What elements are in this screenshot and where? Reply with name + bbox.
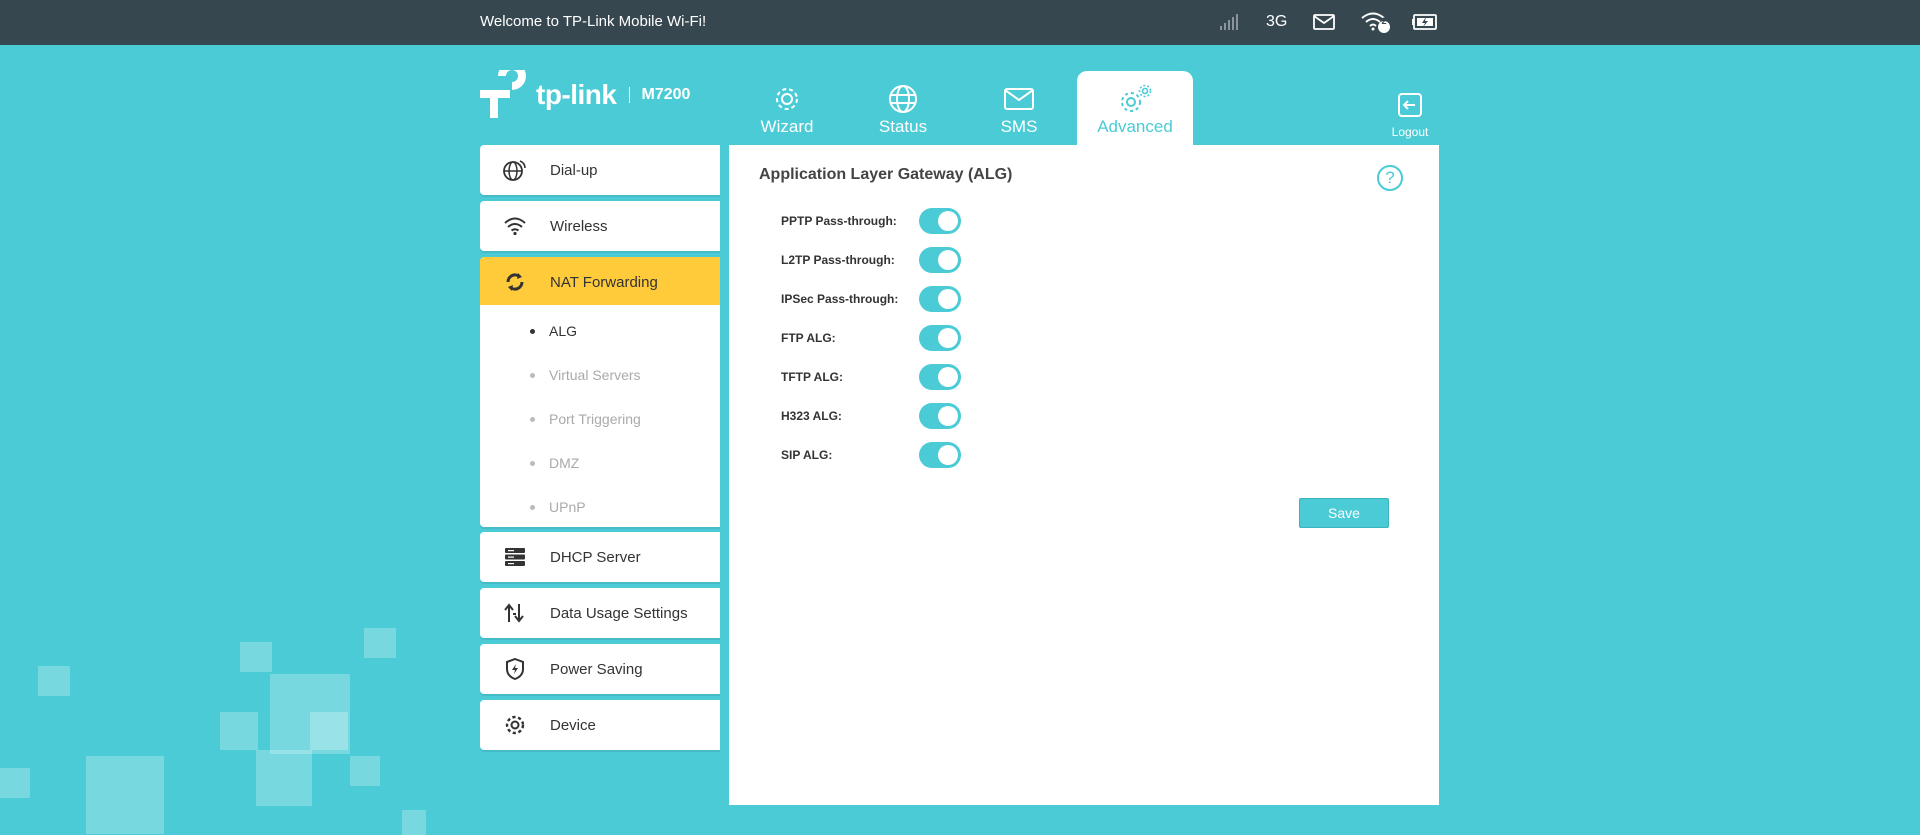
tab-advanced[interactable]: Advanced xyxy=(1077,71,1193,145)
nat-submenu: ALG Virtual Servers Port Triggering DMZ … xyxy=(480,305,720,527)
sidebar-item-nat-forwarding[interactable]: NAT Forwarding xyxy=(480,257,720,307)
tab-label: Status xyxy=(878,117,928,136)
save-button[interactable]: Save xyxy=(1299,498,1389,528)
setting-label: PPTP Pass-through: xyxy=(781,214,897,228)
tab-status[interactable]: Status xyxy=(845,71,961,145)
nat-icon xyxy=(480,271,550,293)
setting-label: TFTP ALG: xyxy=(781,370,843,384)
tab-label: Wizard xyxy=(760,117,814,136)
bullet xyxy=(530,416,535,422)
gears-icon xyxy=(1077,83,1193,115)
gear-icon xyxy=(480,714,550,736)
data-usage-icon xyxy=(480,603,550,623)
sidebar-item-data-usage-settings[interactable]: Data Usage Settings xyxy=(480,588,720,638)
alg-panel: Application Layer Gateway (ALG) ? PPTP P… xyxy=(729,145,1439,805)
logo-divider xyxy=(628,87,630,103)
bullet xyxy=(530,504,535,510)
setting-row-pptp: PPTP Pass-through: xyxy=(781,207,1181,235)
toggle-knob xyxy=(938,445,958,465)
sidebar-item-dhcp-server[interactable]: DHCP Server xyxy=(480,532,720,582)
pptp-toggle[interactable] xyxy=(919,208,961,234)
wifi-icon[interactable]: 2 xyxy=(1360,10,1392,34)
submenu-label: DMZ xyxy=(549,455,580,471)
tab-sms[interactable]: SMS xyxy=(961,71,1077,145)
setting-row-ftp: FTP ALG: xyxy=(781,324,1181,352)
gear-icon xyxy=(729,83,845,115)
setting-row-tftp: TFTP ALG: xyxy=(781,363,1181,391)
welcome-text: Welcome to TP-Link Mobile Wi-Fi! xyxy=(480,13,707,30)
setting-row-h323: H323 ALG: xyxy=(781,402,1181,430)
server-icon xyxy=(480,547,550,567)
submenu-item-virtual-servers[interactable]: Virtual Servers xyxy=(480,365,720,385)
submenu-label: Port Triggering xyxy=(549,411,641,427)
wifi-icon xyxy=(480,216,550,236)
tab-label: SMS xyxy=(1000,117,1038,136)
brand-name: tp-link xyxy=(536,79,617,110)
setting-label: H323 ALG: xyxy=(781,409,842,423)
sidebar-item-label: DHCP Server xyxy=(550,548,641,566)
submenu-label: ALG xyxy=(549,323,578,339)
logout-label: Logout xyxy=(1391,125,1429,139)
setting-label: L2TP Pass-through: xyxy=(781,253,895,267)
shield-power-icon xyxy=(480,658,550,680)
tp-link-logo: tp-link M7200 xyxy=(480,70,690,120)
toggle-knob xyxy=(938,406,958,426)
submenu-label: Virtual Servers xyxy=(549,367,641,383)
tab-label: Advanced xyxy=(1097,117,1173,136)
toggle-knob xyxy=(938,367,958,387)
logout-button[interactable]: Logout xyxy=(1388,92,1432,139)
h323-alg-toggle[interactable] xyxy=(919,403,961,429)
help-icon[interactable]: ? xyxy=(1377,165,1403,191)
toggle-knob xyxy=(938,328,958,348)
logout-icon xyxy=(1398,93,1422,117)
sip-alg-toggle[interactable] xyxy=(919,442,961,468)
sidebar-item-label: Wireless xyxy=(550,217,608,235)
sidebar-item-wireless[interactable]: Wireless xyxy=(480,201,720,251)
ftp-alg-toggle[interactable] xyxy=(919,325,961,351)
bullet xyxy=(530,460,535,466)
tp-link-mark-icon xyxy=(480,70,526,118)
model-name: M7200 xyxy=(641,86,691,103)
tab-wizard[interactable]: Wizard xyxy=(729,71,845,145)
wifi-clients-count: 2 xyxy=(1381,16,1387,26)
submenu-item-dmz[interactable]: DMZ xyxy=(480,453,720,473)
envelope-icon xyxy=(961,83,1077,115)
setting-row-l2tp: L2TP Pass-through: xyxy=(781,246,1181,274)
sidebar-item-label: Power Saving xyxy=(550,660,643,678)
top-bar: Welcome to TP-Link Mobile Wi-Fi! 3G 2 xyxy=(0,0,1920,45)
submenu-label: UPnP xyxy=(549,499,586,515)
network-type: 3G xyxy=(1266,13,1288,30)
submenu-item-alg[interactable]: ALG xyxy=(480,321,720,341)
tftp-alg-toggle[interactable] xyxy=(919,364,961,390)
sidebar-item-label: Dial-up xyxy=(550,161,598,179)
sidebar-item-label: Data Usage Settings xyxy=(550,604,688,622)
page-title: Application Layer Gateway (ALG) xyxy=(759,166,1013,183)
sidebar-item-label: NAT Forwarding xyxy=(550,273,658,291)
setting-row-sip: SIP ALG: xyxy=(781,441,1181,469)
bullet xyxy=(530,328,535,334)
globe-dial-icon xyxy=(480,159,550,181)
setting-label: FTP ALG: xyxy=(781,331,836,345)
sidebar-item-label: Device xyxy=(550,716,596,734)
setting-row-ipsec: IPSec Pass-through: xyxy=(781,285,1181,313)
setting-label: SIP ALG: xyxy=(781,448,833,462)
ipsec-toggle[interactable] xyxy=(919,286,961,312)
sidebar-item-power-saving[interactable]: Power Saving xyxy=(480,644,720,694)
toggle-knob xyxy=(938,289,958,309)
l2tp-toggle[interactable] xyxy=(919,247,961,273)
mail-icon[interactable] xyxy=(1313,10,1335,34)
sidebar-item-device[interactable]: Device xyxy=(480,700,720,750)
sidebar-item-dial-up[interactable]: Dial-up xyxy=(480,145,720,195)
toggle-knob xyxy=(938,211,958,231)
battery-charging-icon xyxy=(1412,10,1438,34)
globe-icon xyxy=(845,83,961,115)
submenu-item-upnp[interactable]: UPnP xyxy=(480,497,720,517)
setting-label: IPSec Pass-through: xyxy=(781,292,899,306)
submenu-item-port-triggering[interactable]: Port Triggering xyxy=(480,409,720,429)
toggle-knob xyxy=(938,250,958,270)
bullet xyxy=(530,372,535,378)
signal-icon xyxy=(1219,10,1239,34)
